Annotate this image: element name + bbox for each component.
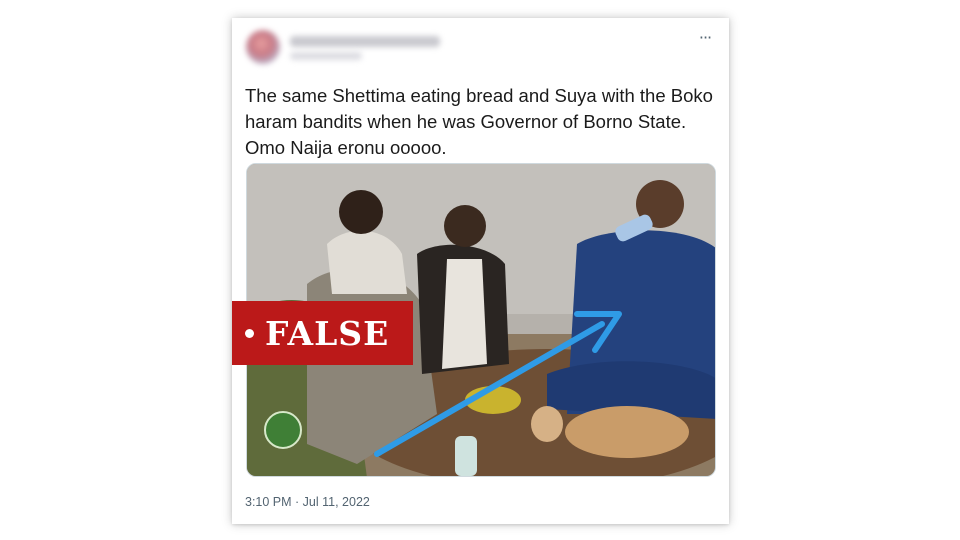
photo-bottle-bottom xyxy=(455,436,477,476)
blurred-handle xyxy=(290,52,362,60)
photo-head-4 xyxy=(444,205,486,247)
tweet-card: ··· The same Shettima eating bread and S… xyxy=(232,18,729,524)
false-label: FALSE xyxy=(265,313,390,353)
blurred-display-name xyxy=(290,36,440,47)
tweet-timestamp[interactable]: 3:10 PM · Jul 11, 2022 xyxy=(245,495,370,509)
false-rating-badge: FALSE xyxy=(232,301,413,365)
more-options-icon[interactable]: ··· xyxy=(695,28,715,48)
photo-bread-loaf xyxy=(531,406,563,442)
photo-white-shirt xyxy=(442,259,487,369)
photo-head-3 xyxy=(339,190,383,234)
photo-bread xyxy=(565,406,689,458)
bullet-icon xyxy=(245,328,254,338)
photo-watermark-seal xyxy=(264,411,302,449)
tweet-text: The same Shettima eating bread and Suya … xyxy=(245,85,713,158)
blurred-avatar xyxy=(246,30,280,64)
